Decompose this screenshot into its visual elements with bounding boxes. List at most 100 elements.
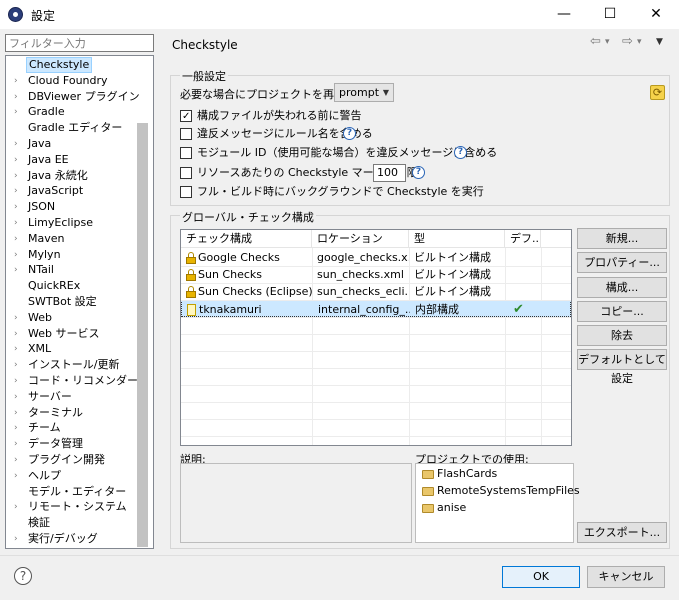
tree-item[interactable]: › Java 永続化 <box>6 168 137 184</box>
chevron-right-icon[interactable]: › <box>14 389 24 405</box>
forward-dropdown-icon[interactable]: ▾ <box>637 37 642 55</box>
chevron-right-icon[interactable]: › <box>14 231 24 247</box>
export-button[interactable]: エクスポート... <box>577 522 667 543</box>
chevron-right-icon[interactable]: › <box>14 531 24 547</box>
rebuild-select[interactable]: prompt ▼ <box>334 83 394 102</box>
table-row[interactable]: tknakamuri internal_config_... 内部構成 ✔ <box>181 300 571 317</box>
tree-item[interactable]: › データ管理 <box>6 436 137 452</box>
project-item[interactable]: FlashCards <box>422 466 497 482</box>
table-row[interactable]: Sun Checks sun_checks.xml ビルトイン構成 <box>181 266 571 283</box>
projects-list[interactable]: FlashCards RemoteSystemsTempFiles anise <box>415 463 580 543</box>
remove-button[interactable]: 除去 <box>577 325 667 346</box>
chevron-right-icon[interactable]: › <box>14 468 24 484</box>
forward-icon[interactable]: ⇨ <box>622 34 633 52</box>
table-row[interactable]: Google Checks google_checks.x... ビルトイン構成 <box>181 249 571 266</box>
help-icon[interactable]: ? <box>412 166 425 179</box>
chevron-right-icon[interactable]: › <box>14 89 24 105</box>
chevron-right-icon[interactable]: › <box>14 420 24 436</box>
maximize-button[interactable]: ☐ <box>587 0 633 29</box>
chevron-right-icon[interactable]: › <box>14 310 24 326</box>
tree-item[interactable]: › NTail <box>6 262 137 278</box>
table-row[interactable]: Sun Checks (Eclipse) sun_checks_ecli... ビル… <box>181 283 571 300</box>
tree-item[interactable]: › Web <box>6 310 137 326</box>
chevron-right-icon[interactable]: › <box>14 199 24 215</box>
copy-button[interactable]: コピー... <box>577 301 667 322</box>
tree-item[interactable]: › JavaScript <box>6 183 137 199</box>
column-header-default[interactable]: デフ... <box>505 230 541 248</box>
tree-item[interactable]: › Web サービス <box>6 326 137 342</box>
chevron-right-icon[interactable]: › <box>14 215 24 231</box>
tree-item[interactable]: › XML <box>6 341 137 357</box>
chevron-right-icon[interactable]: › <box>14 357 24 373</box>
close-button[interactable]: ✕ <box>633 0 679 29</box>
tree-item[interactable]: Gradle エディター <box>6 120 137 136</box>
refresh-icon[interactable]: ⟳ <box>650 85 665 100</box>
tree-item[interactable]: › Gradle <box>6 104 137 120</box>
new-button[interactable]: 新規... <box>577 228 667 249</box>
tree-item[interactable]: SWTBot 設定 <box>6 294 137 310</box>
chevron-right-icon[interactable]: › <box>14 262 24 278</box>
chevron-right-icon[interactable]: › <box>14 247 24 263</box>
project-item[interactable]: RemoteSystemsTempFiles <box>422 483 580 499</box>
tree-item[interactable]: › コード・リコメンダー <box>6 373 138 389</box>
chevron-right-icon[interactable]: › <box>14 326 24 342</box>
chevron-right-icon[interactable]: › <box>14 136 24 152</box>
tree-item[interactable]: モデル・エディター <box>6 484 137 500</box>
chevron-right-icon[interactable]: › <box>14 373 24 389</box>
chevron-right-icon[interactable]: › <box>14 499 24 515</box>
chevron-right-icon[interactable]: › <box>14 104 24 120</box>
configure-button[interactable]: 構成... <box>577 277 667 298</box>
tree-item[interactable]: QuickREx <box>6 278 137 294</box>
tree-item[interactable]: 検証 <box>6 515 137 531</box>
tree-item[interactable]: › Maven <box>6 231 137 247</box>
marker-limit-checkbox[interactable] <box>180 167 192 179</box>
view-menu-icon[interactable]: ▼ <box>656 37 663 55</box>
minimize-button[interactable]: — <box>541 0 587 29</box>
help-icon[interactable]: ? <box>14 567 32 585</box>
tree-item[interactable]: › Java EE <box>6 152 137 168</box>
properties-button[interactable]: プロパティー... <box>577 252 667 273</box>
tree-item[interactable]: › Cloud Foundry <box>6 73 137 89</box>
warn-missing-config-checkbox[interactable] <box>180 109 192 125</box>
chevron-right-icon[interactable]: › <box>14 168 24 184</box>
column-header-type[interactable]: 型 <box>409 230 505 248</box>
tree-item[interactable]: › ターミナル <box>6 405 137 421</box>
preference-tree[interactable]: Checkstyle › Cloud Foundry › DBViewer プラグイン ›… <box>5 55 154 549</box>
column-header-location[interactable]: ロケーション <box>312 230 409 248</box>
tree-item[interactable]: Checkstyle <box>6 57 137 73</box>
help-icon[interactable]: ? <box>343 127 356 140</box>
filter-input[interactable] <box>5 34 154 52</box>
include-module-id-checkbox[interactable] <box>180 147 192 159</box>
tree-item[interactable]: › Java <box>6 136 137 152</box>
marker-limit-input[interactable]: 100 <box>373 164 406 182</box>
tree-item[interactable]: › JSON <box>6 199 137 215</box>
tree-scrollbar[interactable] <box>137 123 148 547</box>
set-default-button[interactable]: デフォルトとして設定 <box>577 349 667 385</box>
help-icon[interactable]: ? <box>454 146 467 159</box>
chevron-right-icon[interactable]: › <box>14 152 24 168</box>
chevron-right-icon[interactable]: › <box>14 341 24 357</box>
tree-item[interactable]: › Mylyn <box>6 247 137 263</box>
tree-item[interactable]: › LimyEclipse <box>6 215 137 231</box>
chevron-right-icon[interactable]: › <box>14 405 24 421</box>
chevron-right-icon[interactable]: › <box>14 73 24 89</box>
cancel-button[interactable]: キャンセル <box>587 566 665 588</box>
background-checkstyle-checkbox[interactable] <box>180 186 192 198</box>
project-item[interactable]: anise <box>422 500 466 516</box>
config-table[interactable]: チェック構成 ロケーション 型 デフ... Google Checks googl… <box>180 229 572 446</box>
ok-button[interactable]: OK <box>502 566 580 588</box>
chevron-right-icon[interactable]: › <box>14 183 24 199</box>
tree-item[interactable]: › リモート・システム <box>6 499 137 515</box>
tree-item[interactable]: › 実行/デバッグ <box>6 531 137 547</box>
tree-item[interactable]: › チーム <box>6 420 137 436</box>
tree-item[interactable]: › インストール/更新 <box>6 357 137 373</box>
tree-item[interactable]: › ヘルプ <box>6 468 137 484</box>
tree-item[interactable]: › プラグイン開発 <box>6 452 137 468</box>
chevron-right-icon[interactable]: › <box>14 452 24 468</box>
back-icon[interactable]: ⇦ <box>590 34 601 52</box>
column-header-name[interactable]: チェック構成 <box>181 230 312 248</box>
tree-item[interactable]: › サーバー <box>6 389 137 405</box>
back-dropdown-icon[interactable]: ▾ <box>605 37 610 55</box>
chevron-right-icon[interactable]: › <box>14 436 24 452</box>
tree-item[interactable]: › DBViewer プラグイン <box>6 89 140 105</box>
